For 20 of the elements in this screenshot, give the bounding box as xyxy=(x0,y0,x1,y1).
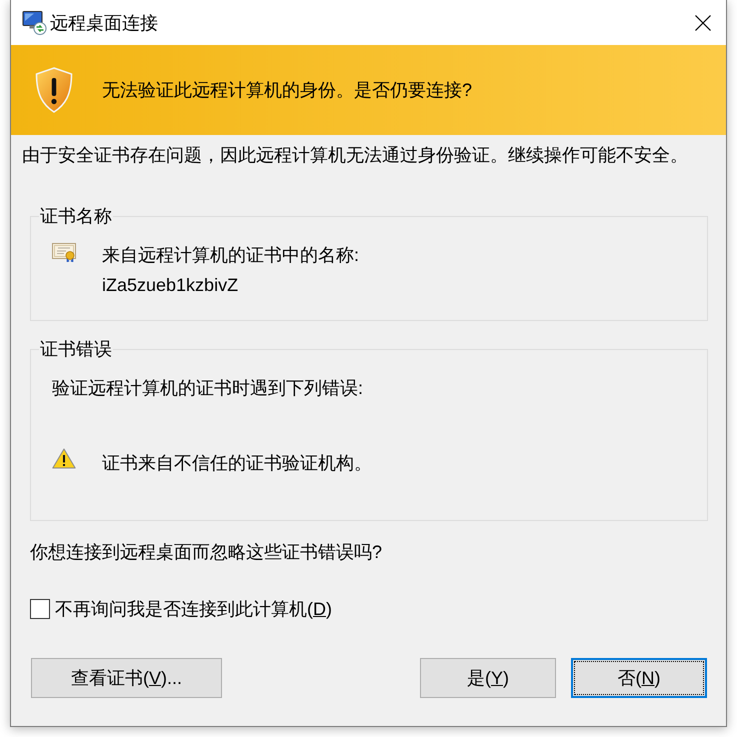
description-text: 由于安全证书存在问题，因此远程计算机无法通过身份验证。继续操作可能不安全。 xyxy=(22,144,689,166)
banner-message: 无法验证此远程计算机的身份。是否仍要连接? xyxy=(102,79,472,101)
checkbox-label[interactable]: 不再询问我是否连接到此计算机(D) xyxy=(55,598,332,620)
dialog-button[interactable]: 否(N) xyxy=(571,658,707,698)
window-title: 远程桌面连接 xyxy=(50,12,159,34)
error-message: 证书来自不信任的证书验证机构。 xyxy=(102,452,372,474)
warning-icon xyxy=(52,448,76,469)
dialog-button[interactable]: 查看证书(V)... xyxy=(31,658,222,698)
monitor-icon xyxy=(22,10,47,35)
certificate-icon xyxy=(52,243,76,262)
certificate-value: iZa5zueb1kzbivZ xyxy=(102,274,240,296)
checkbox[interactable] xyxy=(30,599,50,619)
certificate-label: 来自远程计算机的证书中的名称: xyxy=(102,244,360,266)
group-title: 证书错误 xyxy=(39,338,113,360)
dialog-button[interactable]: 是(Y) xyxy=(420,658,556,698)
group-title: 证书名称 xyxy=(39,205,113,227)
question-text: 你想连接到远程桌面而忽略这些证书错误吗? xyxy=(30,541,384,563)
error-intro: 验证远程计算机的证书时遇到下列错误: xyxy=(52,377,364,399)
shield-warning-icon xyxy=(35,67,73,113)
close-icon xyxy=(695,14,711,30)
